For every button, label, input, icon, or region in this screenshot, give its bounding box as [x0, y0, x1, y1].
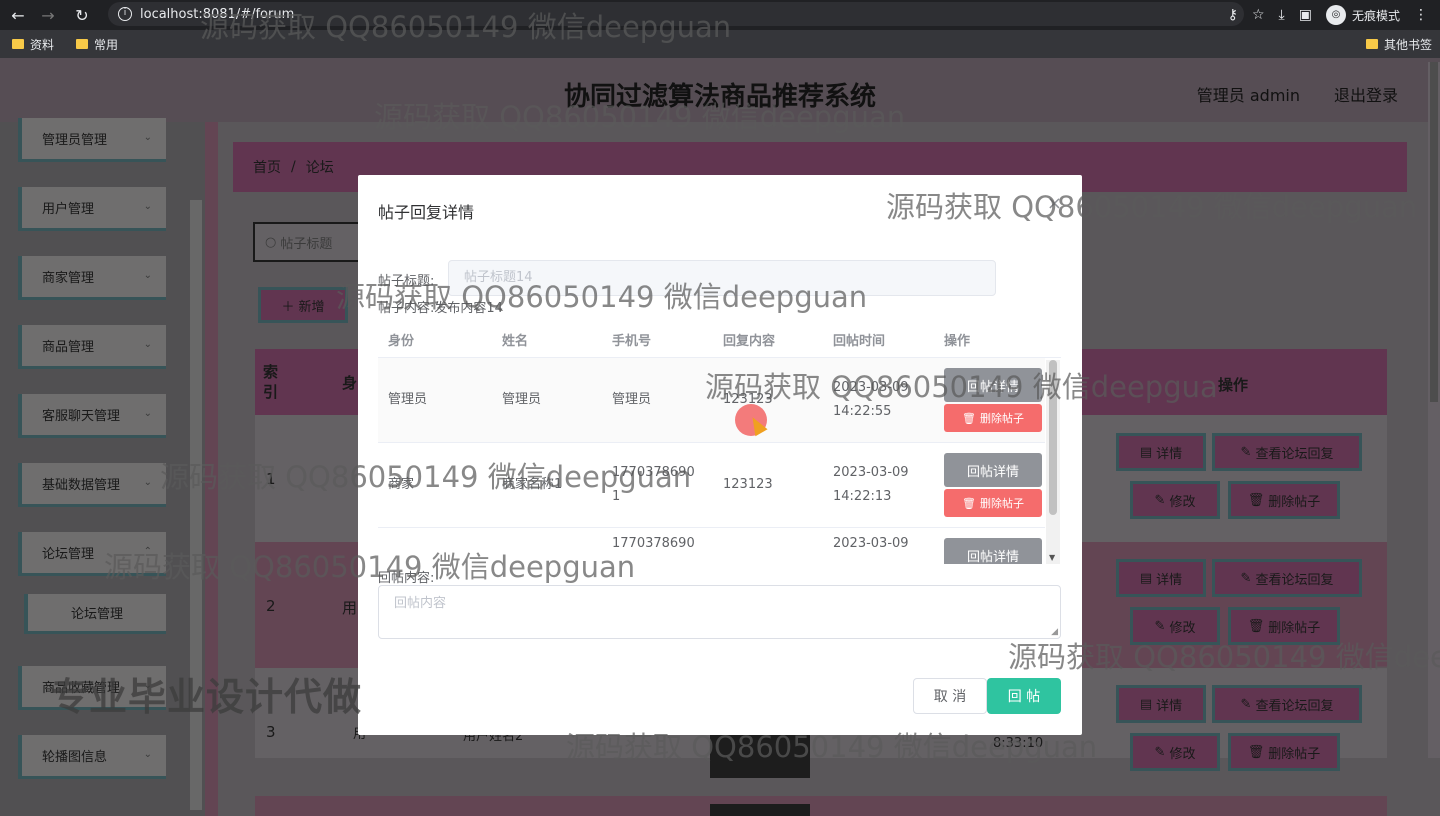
sidepanel-icon[interactable]: ▣: [1299, 7, 1312, 23]
browser-toolbar: ← → ↻ i localhost:8081/#/forum ⚷ ☆ ⤓ ▣ ◎…: [0, 0, 1440, 30]
scroll-thumb[interactable]: [1049, 360, 1057, 515]
back-icon[interactable]: ←: [4, 1, 32, 29]
reply-content-label: 回帖内容:: [378, 571, 435, 586]
url-text: localhost:8081/#/forum: [140, 6, 295, 22]
post-title-field: 帖子标题14: [448, 260, 996, 296]
table-row: 商家 商家名称1 17703786901 123123 2023-03-09 1…: [378, 443, 1045, 528]
delete-post-button[interactable]: 🗑删除帖子: [944, 489, 1042, 517]
resize-grip-icon[interactable]: ◢: [1051, 627, 1058, 637]
reload-icon[interactable]: ↻: [68, 1, 96, 29]
post-title-label: 帖子标题:: [378, 274, 435, 289]
table-row: 1770378690 2023-03-09 回帖详情: [378, 528, 1045, 564]
star-icon[interactable]: ☆: [1252, 7, 1265, 23]
folder-icon: [76, 39, 89, 49]
table-row: 管理员 管理员 管理员 123123 2023-03-09 14:22:55 回…: [378, 358, 1045, 443]
bookmarks-bar: 资料 常用 其他书签: [0, 30, 1440, 58]
col-name: 姓名: [502, 334, 529, 349]
incognito-badge[interactable]: ◎ 无痕模式: [1325, 5, 1400, 25]
info-icon: i: [118, 7, 132, 21]
cancel-button[interactable]: 取 消: [913, 678, 987, 714]
trash-icon: 🗑: [962, 411, 976, 425]
col-operation: 操作: [944, 334, 971, 349]
reply-detail-dialog: 帖子回复详情 × 帖子标题: 帖子标题14 帖子内容:发布内容14 身份 姓名 …: [358, 175, 1082, 735]
reply-detail-button[interactable]: 回帖详情: [944, 453, 1042, 487]
cell-name: 商家名称1: [502, 477, 563, 492]
cell-content: 123123: [723, 477, 773, 492]
address-bar[interactable]: i localhost:8081/#/forum: [108, 2, 1244, 26]
cell-date: 2023-03-09: [833, 380, 909, 395]
cell-identity: 商家: [388, 477, 415, 492]
submit-reply-button[interactable]: 回 帖: [987, 678, 1061, 714]
folder-icon: [1365, 39, 1378, 49]
bookmark-folder[interactable]: 常用: [76, 36, 118, 53]
cell-name: 管理员: [502, 392, 542, 407]
delete-post-button[interactable]: 🗑删除帖子: [944, 404, 1042, 432]
trash-icon: 🗑: [962, 496, 976, 510]
cell-identity: 管理员: [388, 392, 428, 407]
reply-detail-button[interactable]: 回帖详情: [944, 368, 1042, 402]
cell-time: 14:22:55: [833, 404, 892, 419]
incognito-label: 无痕模式: [1351, 8, 1400, 23]
col-identity: 身份: [388, 334, 415, 349]
cell-phone: 1770378690: [612, 536, 695, 551]
reply-table: 身份 姓名 手机号 回复内容 回帖时间 操作 管理员 管理员 管理员 12312…: [378, 318, 1061, 564]
folder-icon: [12, 39, 24, 49]
browser-actions: ⚷ ☆ ⤓ ▣ ◎ 无痕模式 ⋮: [1228, 0, 1440, 30]
menu-icon[interactable]: ⋮: [1414, 7, 1428, 23]
bookmark-folder[interactable]: 资料: [12, 36, 54, 53]
download-icon[interactable]: ⤓: [1279, 7, 1285, 23]
key-icon[interactable]: ⚷: [1228, 7, 1238, 23]
forward-icon[interactable]: →: [34, 1, 62, 29]
incognito-icon: ◎: [1325, 5, 1346, 25]
cell-date: 2023-03-09: [833, 465, 909, 480]
col-phone: 手机号: [612, 334, 652, 349]
cell-phone: 17703786901: [612, 465, 695, 504]
close-icon[interactable]: ×: [1047, 193, 1062, 214]
cell-phone: 管理员: [612, 392, 652, 407]
scroll-down-icon[interactable]: ▼: [1049, 553, 1055, 562]
dialog-title: 帖子回复详情: [378, 203, 475, 222]
other-bookmarks[interactable]: 其他书签: [1365, 30, 1432, 58]
col-content: 回复内容: [723, 334, 776, 349]
reply-detail-button[interactable]: 回帖详情: [944, 538, 1042, 564]
reply-table-scrollbar[interactable]: ▼: [1046, 360, 1060, 564]
col-time: 回帖时间: [833, 334, 886, 349]
post-content: 帖子内容:发布内容14: [378, 301, 503, 316]
watermark-banner: 专业毕业设计代做: [50, 675, 363, 719]
cell-date: 2023-03-09: [833, 536, 909, 551]
reply-table-header: 身份 姓名 手机号 回复内容 回帖时间 操作: [378, 318, 1061, 358]
cell-time: 14:22:13: [833, 489, 892, 504]
reply-content-input[interactable]: 回帖内容 ◢: [378, 585, 1061, 639]
